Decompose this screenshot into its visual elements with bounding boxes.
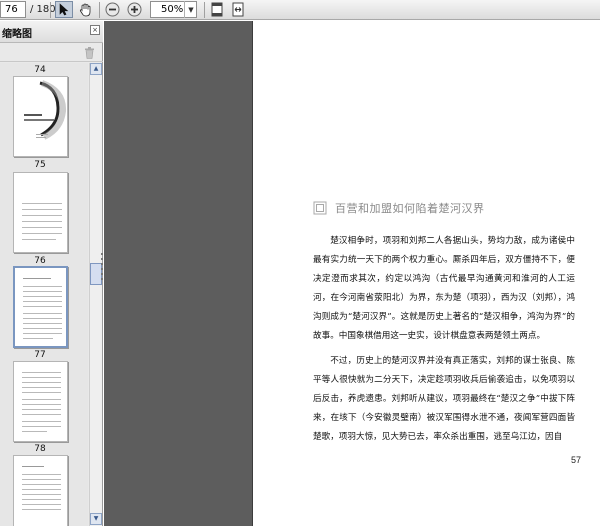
panel-close-button[interactable]: × (90, 25, 100, 35)
panel-options-bar (0, 44, 103, 62)
select-tool-button[interactable] (55, 1, 73, 18)
thumbnail-label: 75 (34, 160, 46, 170)
thumbnail-page[interactable] (13, 172, 68, 253)
fit-width-icon (232, 2, 244, 17)
body-paragraph: 楚汉相争时，项羽和刘邦二人各据山头，势均力敌，成为诸侯中最有实力统一天下的两个权… (313, 236, 575, 341)
thumbnail-label: 78 (34, 444, 46, 454)
thumbnail-page[interactable] (13, 76, 68, 157)
chapter-page-preview (24, 80, 67, 140)
zoom-in-button[interactable] (125, 1, 143, 18)
trash-icon[interactable] (84, 47, 95, 59)
zoom-out-icon (105, 2, 119, 17)
fit-page-button[interactable] (208, 1, 226, 18)
thumbnail-panel: 缩略图 × 74 75 76 77 78 ▲ ▼ (0, 21, 103, 526)
thumbnail-list: 74 75 76 77 78 (0, 63, 88, 526)
document-viewport[interactable]: 百营和加盟如何陷着楚河汉界 楚汉相争时，项羽和刘邦二人各据山头，势均力敌，成为诸… (104, 21, 600, 526)
toolbar: 76 / 180 50% ▼ (0, 0, 600, 20)
toolbar-separator (204, 2, 205, 18)
page-number: 57 (571, 455, 582, 465)
fit-width-button[interactable] (229, 1, 247, 18)
hand-icon (79, 3, 90, 16)
panel-header: 缩略图 × (0, 21, 103, 43)
toolbar-separator (99, 2, 100, 18)
chess-emblem-icon (313, 201, 327, 215)
zoom-out-button[interactable] (103, 1, 121, 18)
thumbnail-label: 74 (34, 65, 46, 75)
thumbnail-label: 76 (34, 256, 46, 266)
thumbnail-label: 77 (34, 350, 46, 360)
hand-tool-button[interactable] (76, 1, 94, 18)
thumbnail-page[interactable] (13, 361, 68, 442)
section-heading: 百营和加盟如何陷着楚河汉界 (313, 200, 485, 216)
section-title: 百营和加盟如何陷着楚河汉界 (335, 202, 485, 215)
page-total-label: / 180 (30, 4, 56, 15)
document-page: 百营和加盟如何陷着楚河汉界 楚汉相争时，项羽和刘邦二人各据山头，势均力敌，成为诸… (252, 21, 600, 526)
thumbnail-page-current[interactable] (13, 266, 68, 348)
scroll-up-button[interactable]: ▲ (90, 63, 102, 75)
zoom-dropdown-button[interactable]: ▼ (184, 1, 197, 18)
panel-title: 缩略图 (2, 29, 32, 40)
scroll-down-button[interactable]: ▼ (90, 513, 102, 525)
cursor-arrow-icon (59, 3, 69, 16)
body-paragraph: 不过，历史上的楚河汉界并没有真正落实，刘邦的谋士张良、陈平等人很快就为二分天下，… (313, 356, 575, 442)
zoom-in-icon (127, 2, 141, 17)
fit-page-icon (211, 2, 223, 17)
toolbar-separator (50, 2, 51, 18)
thumbnail-page[interactable] (13, 455, 68, 526)
page-number-input[interactable]: 76 (0, 1, 26, 18)
